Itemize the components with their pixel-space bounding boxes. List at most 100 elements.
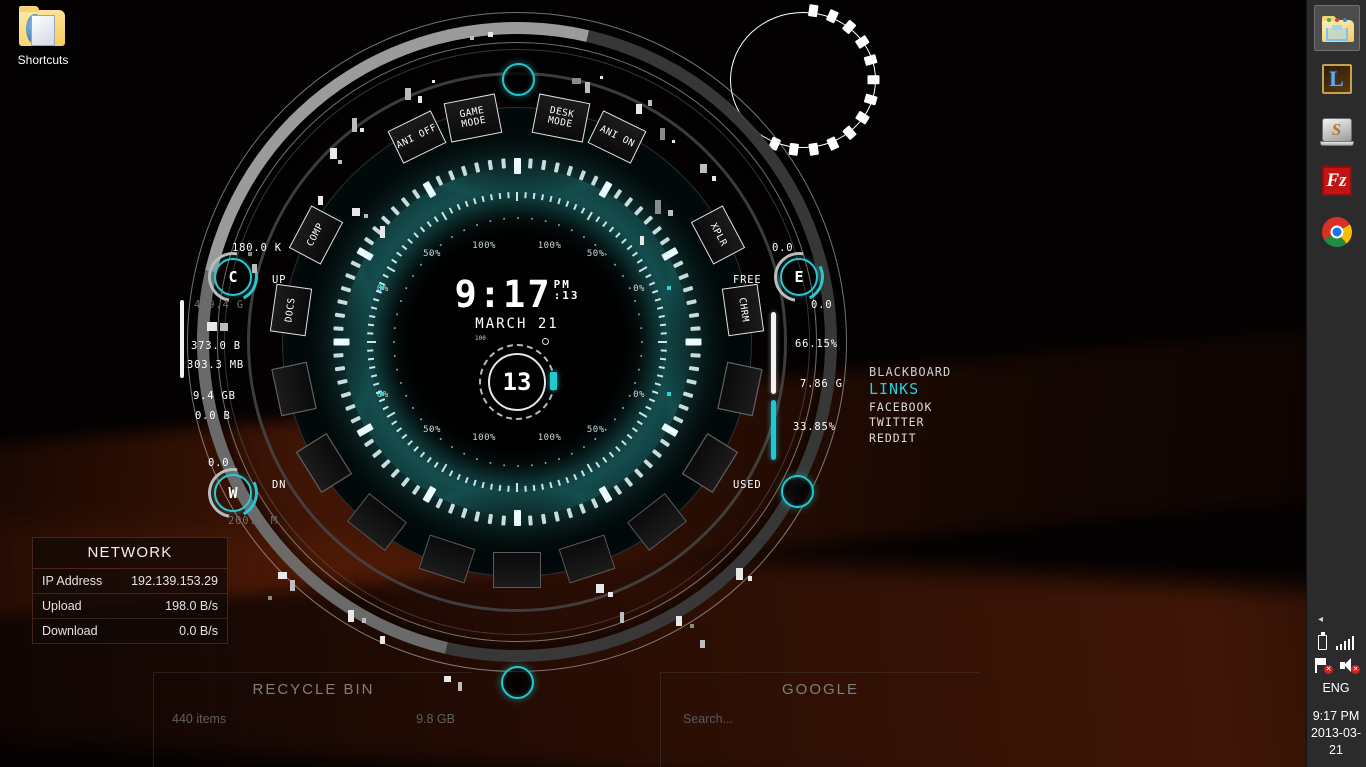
taskbar-item-file-explorer[interactable] <box>1313 5 1360 51</box>
hud-debris-mark <box>278 572 287 579</box>
network-row-upload: Upload 198.0 B/s <box>33 594 227 619</box>
file-explorer-icon <box>1320 11 1354 45</box>
hud-left-zero-value: 0.0 <box>208 457 230 469</box>
hud-debris-mark <box>488 32 493 37</box>
hud-drive-c-capacity: 449.4 G <box>194 299 244 311</box>
hud-debris-mark <box>572 78 581 84</box>
hud-debris-mark <box>405 88 411 100</box>
hud-debris-mark <box>655 200 661 214</box>
hud-free-percent: 66.15% <box>795 338 838 350</box>
gauge-scale-label-50pct: 50% <box>423 248 441 259</box>
gauge-zero-marker <box>667 391 672 396</box>
hud-debris-mark <box>380 226 385 238</box>
hud-debris-mark <box>360 128 364 132</box>
hud-debris-mark <box>712 176 716 181</box>
gauge-scale-label-50pct: 50% <box>586 248 605 259</box>
day-dial-pin-icon <box>542 338 549 345</box>
hud-day-dial: 13 100 <box>475 335 557 420</box>
links-panel: BLACKBOARD LINKS FACEBOOK TWITTER REDDIT <box>869 365 951 445</box>
hud-debris-mark-b <box>220 323 228 331</box>
volume-muted-icon[interactable]: ✕ <box>1340 658 1360 674</box>
signal-bars-icon[interactable] <box>1335 636 1355 650</box>
tray-row-2: ✕ ✕ <box>1306 658 1366 674</box>
taskbar-item-league-of-legends[interactable]: L <box>1314 56 1360 102</box>
gauge-scale-label-100pct: 100% <box>537 240 562 251</box>
hud-button-label: GAME MODE <box>459 105 488 131</box>
hud-accent-circle-bottom[interactable] <box>501 666 534 699</box>
hud-accent-circle-top[interactable] <box>502 63 535 96</box>
network-row-ip-value: 192.139.153.29 <box>131 574 218 588</box>
s-drive-glyph: S <box>1331 120 1342 139</box>
hud-drive-e-letter: E <box>794 268 804 286</box>
recycle-bin-title: RECYCLE BIN <box>252 681 375 698</box>
hud-button-empty-7[interactable] <box>493 552 541 588</box>
hud-debris-mark <box>600 76 603 79</box>
tray-clock[interactable]: 9:17 PM 2013-03-21 <box>1306 708 1366 767</box>
desktop-icon-label: Shortcuts <box>17 53 69 67</box>
network-disconnected-icon[interactable]: ✕ <box>1315 658 1333 674</box>
link-reddit[interactable]: REDDIT <box>869 431 951 445</box>
hud-drive-w[interactable]: W <box>198 458 268 528</box>
taskbar-item-s-drive[interactable]: S <box>1314 107 1360 153</box>
gauge-scale-label-50pct: 50% <box>586 425 605 436</box>
hud-debris-mark <box>676 616 682 626</box>
hud-button-chrm[interactable]: CHRM <box>721 283 764 337</box>
hud-debris-mark <box>330 148 337 159</box>
s-drive-icon: S <box>1319 112 1355 148</box>
hud-debris-mark <box>700 640 705 648</box>
hud-debris-mark <box>318 196 323 205</box>
hud-used-meter-bar <box>771 400 776 460</box>
network-row-ip-label: IP Address <box>42 574 103 588</box>
hud-used-label: USED <box>733 479 762 491</box>
taskbar-item-filezilla[interactable]: Fz <box>1314 158 1360 204</box>
google-search-panel[interactable]: GOOGLE Search... <box>660 672 980 767</box>
hud-button-label: XPLR <box>708 221 730 249</box>
recycle-bin-items: 440 items <box>172 712 227 726</box>
hud-debris-mark <box>672 140 675 143</box>
google-search-input[interactable]: Search... <box>661 698 980 726</box>
hud-debris-mark <box>352 208 360 216</box>
hud-debris-mark <box>290 580 295 591</box>
taskbar-item-chrome[interactable] <box>1314 209 1360 255</box>
hud-debris-mark <box>348 610 354 622</box>
hud-debris-mark <box>640 236 644 245</box>
network-row-download-label: Download <box>42 624 98 638</box>
hud-debris-mark <box>660 128 665 140</box>
gauge-scale-label-50pct: 50% <box>423 425 441 436</box>
gauge-scale-label-0pct: 0% <box>633 389 645 400</box>
hud-debris-mark <box>620 612 624 623</box>
link-facebook[interactable]: FACEBOOK <box>869 400 951 414</box>
folder-icon <box>17 6 69 50</box>
network-row-upload-value: 198.0 B/s <box>165 599 218 613</box>
hud-drive-w-letter: W <box>228 484 238 502</box>
hud-button-label: DOCS <box>283 297 298 324</box>
hud-debris-mark <box>736 568 743 580</box>
hud-debris-mark <box>648 100 652 106</box>
hud-left-meter-bar <box>180 300 184 378</box>
hud-button-docs[interactable]: DOCS <box>270 283 313 337</box>
hud-right-second-value: 0.0 <box>811 299 833 311</box>
hud-drive-c[interactable]: C <box>198 242 268 312</box>
tray-show-hidden-icon[interactable]: ◂ <box>1306 614 1366 625</box>
hud-scroll-up-label[interactable]: UP <box>272 274 286 286</box>
gauge-scale-label-100pct: 100% <box>472 433 496 444</box>
recycle-bin-panel[interactable]: RECYCLE BIN 440 items 9.8 GB <box>153 672 473 767</box>
link-twitter[interactable]: TWITTER <box>869 415 951 429</box>
hud-debris-mark <box>352 118 357 132</box>
battery-icon[interactable] <box>1317 632 1327 650</box>
hud-drive-e[interactable]: E <box>764 242 834 312</box>
hud-accent-circle-right[interactable] <box>781 475 814 508</box>
desktop-icon-shortcuts[interactable]: Shortcuts <box>6 6 80 67</box>
links-panel-title: BLACKBOARD <box>869 365 952 379</box>
hud-scroll-down-label[interactable]: DN <box>272 479 286 491</box>
hud-debris-mark-a <box>207 322 217 331</box>
hud-ram-total-value: 9.4 GB <box>193 390 236 402</box>
hud-used-percent: 33.85% <box>793 421 836 433</box>
dashed-ring-segment <box>867 75 880 85</box>
hud-debris-mark <box>700 164 707 173</box>
chrome-icon <box>1319 214 1355 250</box>
tray-clock-time: 9:17 PM <box>1312 709 1360 723</box>
hud-free-size: 7.86 G <box>800 378 843 390</box>
tray-language[interactable]: ENG <box>1306 681 1366 695</box>
hud-clock: 9:17 PM:13 MARCH 21 <box>455 276 580 332</box>
